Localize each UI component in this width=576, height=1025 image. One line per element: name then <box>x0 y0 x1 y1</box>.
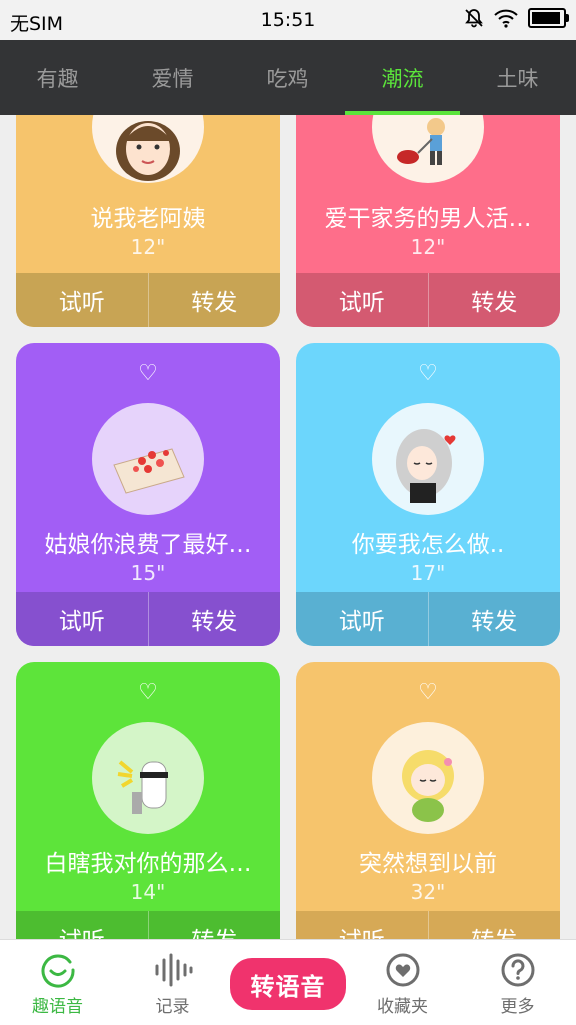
listen-button[interactable]: 试听 <box>296 911 428 939</box>
nav-label: 收藏夹 <box>377 997 428 1017</box>
voice-duration: 17" <box>410 561 446 585</box>
card-actions: 试听 转发 <box>16 911 280 939</box>
favorite-heart-icon[interactable]: ♡ <box>296 680 560 705</box>
voice-title: 姑娘你浪费了最好… <box>44 532 252 558</box>
tab-label: 潮流 <box>381 66 424 91</box>
nav-label: 更多 <box>500 997 535 1017</box>
bottom-navigation: 趣语音 记录 转语音 收藏夹 更多 <box>0 939 576 1025</box>
tab-chaoliu[interactable]: 潮流 <box>345 40 460 115</box>
nav-more[interactable]: 更多 <box>460 940 575 1025</box>
tab-label: 土味 <box>496 66 539 91</box>
category-tabs: 有趣 爱情 吃鸡 潮流 土味 <box>0 40 576 115</box>
voice-duration: 14" <box>130 880 166 904</box>
nav-record[interactable]: 记录 <box>115 940 230 1025</box>
voice-card[interactable]: ♡ 白瞎我对你的那么… 14" 试听 转发 <box>16 662 280 939</box>
voice-card[interactable]: ♡ 姑娘你浪费了最好… 15" 试听 转发 <box>16 343 280 646</box>
tab-label: 吃鸡 <box>266 66 309 91</box>
listen-button[interactable]: 试听 <box>296 592 428 646</box>
status-icons <box>464 8 569 28</box>
tab-label: 爱情 <box>151 66 194 91</box>
woman-curly-hair-avatar <box>92 115 204 183</box>
voice-duration: 12" <box>410 235 446 259</box>
voice-card[interactable]: 爱干家务的男人活… 12" 试听 转发 <box>296 115 560 327</box>
blonde-girl-avatar <box>372 722 484 834</box>
voice-card[interactable]: ♡ 你要我怎么做.. 17" 试听 转发 <box>296 343 560 646</box>
status-bar: 无SIM 15:51 <box>0 0 576 40</box>
voice-duration: 12" <box>130 235 166 259</box>
voice-title: 白瞎我对你的那么… <box>44 851 252 877</box>
share-button[interactable]: 转发 <box>427 273 561 327</box>
voice-duration: 32" <box>410 880 446 904</box>
cool-alpaca-avatar <box>92 722 204 834</box>
tab-tuwei[interactable]: 土味 <box>460 40 575 115</box>
card-actions: 试听 转发 <box>296 911 560 939</box>
convert-voice-button[interactable]: 转语音 <box>230 958 346 1010</box>
favorite-heart-icon[interactable]: ♡ <box>296 361 560 386</box>
share-button[interactable]: 转发 <box>427 911 561 939</box>
listen-button[interactable]: 试听 <box>296 273 428 327</box>
silver-hair-girl-avatar <box>372 403 484 515</box>
share-button[interactable]: 转发 <box>147 592 281 646</box>
tab-youqu[interactable]: 有趣 <box>0 40 115 115</box>
favorite-heart-icon[interactable]: ♡ <box>16 361 280 386</box>
nav-quyuyin[interactable]: 趣语音 <box>0 940 115 1025</box>
battery-icon <box>528 8 569 28</box>
voice-card[interactable]: ♡ 突然想到以前 32" 试听 转发 <box>296 662 560 939</box>
listen-button[interactable]: 试听 <box>16 911 148 939</box>
card-actions: 试听 转发 <box>296 273 560 327</box>
voice-title: 你要我怎么做.. <box>351 532 505 558</box>
tab-label: 有趣 <box>36 66 79 91</box>
card-actions: 试听 转发 <box>296 592 560 646</box>
tab-aiqing[interactable]: 爱情 <box>115 40 230 115</box>
nav-label: 趣语音 <box>32 997 83 1017</box>
listen-button[interactable]: 试听 <box>16 592 148 646</box>
voice-title: 爱干家务的男人活… <box>324 206 532 232</box>
share-button[interactable]: 转发 <box>427 592 561 646</box>
question-icon <box>500 952 536 988</box>
voice-title: 说我老阿姨 <box>90 206 206 232</box>
voice-duration: 15" <box>130 561 166 585</box>
voice-title: 突然想到以前 <box>359 851 497 877</box>
nav-favorites[interactable]: 收藏夹 <box>345 940 460 1025</box>
share-button[interactable]: 转发 <box>147 273 281 327</box>
voice-card[interactable]: 说我老阿姨 12" 试听 转发 <box>16 115 280 327</box>
tab-chiji[interactable]: 吃鸡 <box>230 40 345 115</box>
love-letter-avatar <box>92 403 204 515</box>
waveform-icon <box>153 952 193 988</box>
smile-icon <box>40 952 76 988</box>
voice-card-grid: 说我老阿姨 12" 试听 转发 爱干家务的男人活… 12" 试听 转发 ♡ 姑娘… <box>0 115 576 939</box>
heart-icon <box>385 952 421 988</box>
card-actions: 试听 转发 <box>16 592 280 646</box>
man-vacuuming-avatar <box>372 115 484 183</box>
favorite-heart-icon[interactable]: ♡ <box>16 680 280 705</box>
listen-button[interactable]: 试听 <box>16 273 148 327</box>
card-actions: 试听 转发 <box>16 273 280 327</box>
mute-bell-icon <box>465 9 483 28</box>
nav-label: 记录 <box>155 997 190 1017</box>
share-button[interactable]: 转发 <box>147 911 281 939</box>
wifi-icon <box>494 9 518 28</box>
